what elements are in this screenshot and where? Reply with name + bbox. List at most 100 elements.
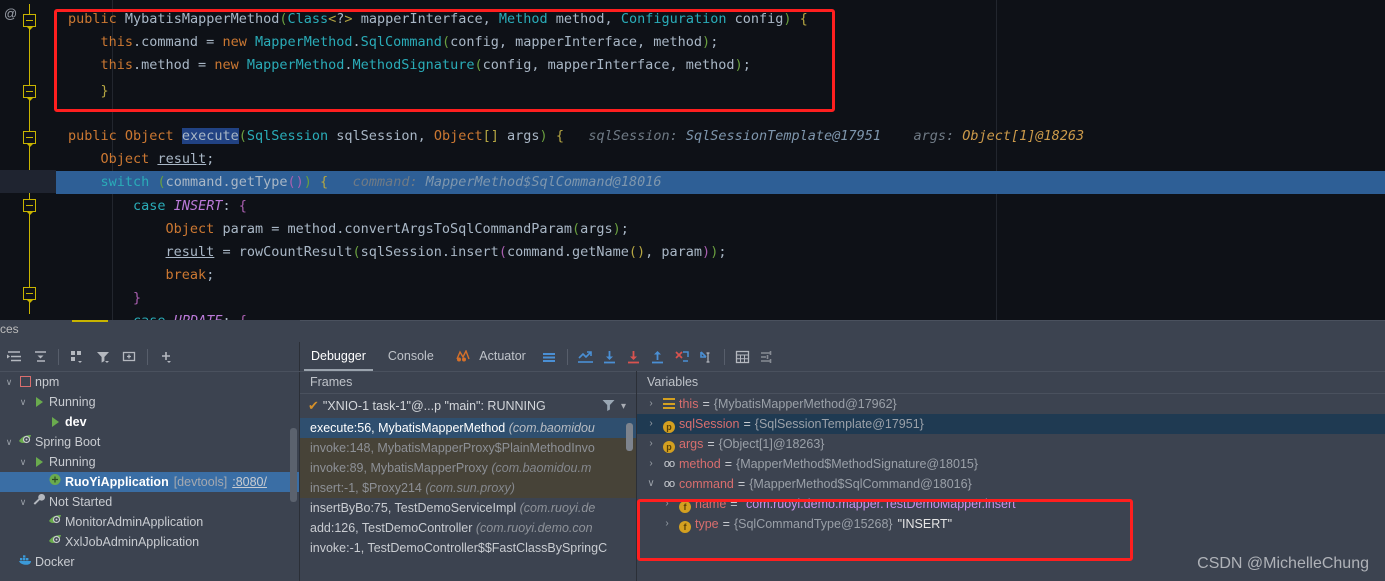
field-icon: oo [663,458,675,470]
force-step-into-icon[interactable] [670,345,694,369]
tab-debugger[interactable]: Debugger [300,342,377,371]
code-editor[interactable]: @ @ public MybatisMapperMethod(Class<?> … [0,0,1385,320]
chevron-right-icon[interactable]: › [643,454,659,474]
chevron-right-icon[interactable]: › [643,434,659,454]
debugger-tab-bar[interactable]: Debugger Console Actuator [300,342,1385,372]
tree-item-not-started[interactable]: ∨ Not Started [0,492,299,512]
chevron-down-icon[interactable]: ∨ [16,492,30,512]
equals-sign: = [702,397,710,411]
equals-sign: = [730,497,738,511]
step-out-icon[interactable] [646,345,670,369]
bottom-tool-window: ces ∨ npm ∨ Running dev ∨ Spring Boot ∨ … [0,320,1385,581]
variable-row-command[interactable]: ∨ oo command = {MapperMethod$SqlCommand@… [637,474,1385,494]
step-into-icon[interactable] [622,345,646,369]
services-toolbar[interactable] [0,342,301,372]
ide-window: @ @ public MybatisMapperMethod(Class<?> … [0,0,1385,581]
tree-item-xxljob-admin-application[interactable]: XxlJobAdminApplication [0,532,299,552]
inline-hint-label: sqlSession: [588,128,678,144]
frame-text: invoke:-1, TestDemoController$$FastClass… [310,541,608,555]
inline-hint-label: args: [913,128,955,144]
tree-item-label: dev [65,415,87,429]
tree-item-spring-boot[interactable]: ∨ Spring Boot [0,432,299,452]
settings-icon[interactable] [755,345,779,369]
add-service-icon[interactable] [154,345,178,369]
final-field-icon: f [675,514,695,534]
tab-actuator[interactable]: Actuator [445,342,537,371]
frame-row[interactable]: insert:-1, $Proxy214 (com.sun.proxy) [300,478,636,498]
services-tree[interactable]: ∨ npm ∨ Running dev ∨ Spring Boot ∨ Runn… [0,372,299,581]
run-icon [30,452,48,472]
fold-marker-icon[interactable] [23,131,36,147]
variable-value: {SqlSessionTemplate@17951} [754,417,924,431]
variable-value: {MapperMethod$SqlCommand@18016} [749,477,972,491]
tree-item-spring-running[interactable]: ∨ Running [0,452,299,472]
group-by-icon[interactable] [65,345,89,369]
toolbar-separator [58,348,59,365]
tree-item-dev[interactable]: dev [0,412,299,432]
collapse-all-icon[interactable] [28,345,52,369]
filter-icon[interactable] [602,399,615,414]
annotation-at-icon: @ [4,6,18,21]
code-line: } [100,83,109,99]
code-text-area[interactable]: public MybatisMapperMethod(Class<?> mapp… [56,0,1385,320]
fold-marker-icon[interactable] [23,199,36,215]
chevron-right-icon[interactable]: › [659,494,675,514]
code-line: case INSERT: { [133,198,247,214]
watermark-text: CSDN @MichelleChung [1197,555,1369,572]
frame-row[interactable]: execute:56, MybatisMapperMethod (com.bao… [300,418,636,438]
frame-row[interactable]: invoke:89, MybatisMapperProxy (com.baomi… [300,458,636,478]
tree-item-npm-running[interactable]: ∨ Running [0,392,299,412]
tree-item-ruoyi-application[interactable]: RuoYiApplication [devtools] :8080/ [0,472,299,492]
variable-row-method[interactable]: › oo method = {MapperMethod$MethodSignat… [637,454,1385,474]
frame-text: insertByBo:75, TestDemoServiceImpl [310,501,520,515]
variable-name: args [679,437,704,451]
tree-item-npm[interactable]: ∨ npm [0,372,299,392]
fold-marker-icon[interactable] [23,14,36,30]
filter-icon[interactable] [91,345,115,369]
frame-row[interactable]: insertByBo:75, TestDemoServiceImpl (com.… [300,498,636,518]
fold-region-line [29,4,30,314]
thread-selector[interactable]: ✔ "XNIO-1 task-1"@...p "main": RUNNING ▾ [300,394,636,418]
chevron-right-icon[interactable]: › [643,394,659,414]
tree-item-docker[interactable]: Docker [0,552,299,572]
tree-item-suffix: [devtools] [173,475,228,489]
chevron-down-icon[interactable]: ∨ [16,452,30,472]
docker-icon [16,552,34,572]
frames-scrollbar[interactable] [626,423,633,451]
step-over-icon[interactable] [598,345,622,369]
layout-settings-icon[interactable] [537,345,561,369]
chevron-down-icon[interactable]: ∨ [2,372,16,392]
frame-row[interactable]: invoke:-1, TestDemoController$$FastClass… [300,538,636,558]
services-tab-strip[interactable]: ces [0,320,300,342]
variable-row-this[interactable]: › this = {MybatisMapperMethod@17962} [637,394,1385,414]
chevron-down-icon[interactable]: ∨ [643,474,659,494]
chevron-down-icon[interactable]: ▾ [621,401,626,412]
expand-all-icon[interactable] [2,345,26,369]
chevron-down-icon[interactable]: ∨ [2,432,16,452]
variable-row-sqlsession[interactable]: › p sqlSession = {SqlSessionTemplate@179… [637,414,1385,434]
services-scrollbar[interactable] [290,428,297,502]
frame-row[interactable]: invoke:148, MybatisMapperProxy$PlainMeth… [300,438,636,458]
show-execution-point-icon[interactable] [574,345,598,369]
frame-text: execute:56, MybatisMapperMethod [310,421,509,435]
chevron-right-icon[interactable]: › [659,514,675,534]
variable-row-args[interactable]: › p args = {Object[1]@18263} [637,434,1385,454]
run-to-cursor-icon[interactable] [694,345,718,369]
tab-console[interactable]: Console [377,342,445,371]
fold-marker-icon[interactable] [23,287,36,303]
fold-marker-icon[interactable] [23,85,36,101]
variable-row-name[interactable]: › f name = "com.ruoyi.demo.mapper.TestDe… [637,494,1385,514]
chevron-down-icon[interactable]: ∨ [16,392,30,412]
variable-value: {MapperMethod$MethodSignature@18015} [736,457,979,471]
frame-row[interactable]: add:126, TestDemoController (com.ruoyi.d… [300,518,636,538]
application-url-link[interactable]: :8080/ [227,472,267,492]
tree-item-monitor-admin-application[interactable]: MonitorAdminApplication [0,512,299,532]
evaluate-expression-icon[interactable] [731,345,755,369]
frame-text: invoke:148, MybatisMapperProxy$PlainMeth… [310,441,595,455]
chevron-right-icon[interactable]: › [643,414,659,434]
variables-panel: Variables › this = {MybatisMapperMethod@… [637,371,1385,581]
variable-row-type[interactable]: › f type = {SqlCommandType@15268} "INSER… [637,514,1385,534]
check-icon: ✔ [308,398,319,413]
editor-gutter[interactable]: @ @ [0,0,56,320]
add-tab-icon[interactable] [117,345,141,369]
